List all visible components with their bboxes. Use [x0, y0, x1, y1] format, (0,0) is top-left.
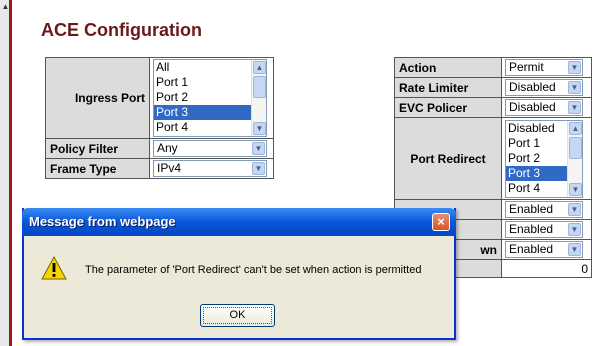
warning-icon — [41, 256, 67, 280]
counter-value: 0 — [501, 259, 592, 278]
list-item[interactable]: Port 4 — [154, 120, 266, 135]
action-cell: Permit ▼ — [501, 57, 592, 78]
policy-filter-label: Policy Filter — [45, 138, 150, 159]
scroll-thumb[interactable] — [569, 136, 582, 159]
frame-type-select[interactable]: IPv4 ▼ — [153, 160, 267, 177]
hidden-row-value: Enabled — [509, 202, 554, 216]
evc-policer-cell: Disabled ▼ — [501, 97, 592, 118]
chevron-down-icon[interactable]: ▼ — [568, 81, 581, 94]
port-redirect-listbox[interactable]: Disabled Port 1 Port 2 Port 3 Port 4 ▲ ▼ — [505, 119, 583, 198]
port-redirect-label: Port Redirect — [394, 117, 502, 200]
list-item-selected[interactable]: Port 3 — [154, 105, 266, 120]
policy-filter-cell: Any ▼ — [149, 138, 274, 159]
hidden-row-select[interactable]: Enabled ▼ — [505, 241, 583, 258]
rate-limiter-label: Rate Limiter — [394, 77, 502, 98]
chevron-down-icon[interactable]: ▼ — [568, 243, 581, 256]
rate-limiter-cell: Disabled ▼ — [501, 77, 592, 98]
evc-policer-label: EVC Policer — [394, 97, 502, 118]
ingress-port-listbox[interactable]: All Port 1 Port 2 Port 3 Port 4 ▲ ▼ — [153, 59, 267, 137]
scrollbar[interactable]: ▲ ▼ — [567, 120, 582, 197]
chevron-down-icon[interactable]: ▼ — [568, 61, 581, 74]
ok-button[interactable]: OK — [200, 304, 275, 327]
scroll-up-icon[interactable]: ▲ — [569, 121, 582, 135]
hidden-row-cell: Enabled ▼ — [501, 239, 592, 260]
port-redirect-cell: Disabled Port 1 Port 2 Port 3 Port 4 ▲ ▼ — [501, 117, 592, 200]
rate-limiter-select[interactable]: Disabled ▼ — [505, 79, 583, 96]
dialog-titlebar[interactable]: Message from webpage × — [22, 208, 456, 236]
ingress-port-label: Ingress Port — [45, 57, 150, 139]
hidden-row-cell: Enabled ▼ — [501, 199, 592, 220]
scroll-up-arrow-icon[interactable]: ▲ — [1, 2, 10, 11]
hidden-row-value: Enabled — [509, 242, 554, 256]
chevron-down-icon[interactable]: ▼ — [568, 223, 581, 236]
action-label: Action — [394, 57, 502, 78]
evc-policer-value: Disabled — [509, 100, 556, 114]
hidden-row-select[interactable]: Enabled ▼ — [505, 201, 583, 218]
policy-filter-value: Any — [157, 141, 178, 155]
frame-type-cell: IPv4 ▼ — [149, 158, 274, 179]
hidden-row-select[interactable]: Enabled ▼ — [505, 221, 583, 238]
list-item[interactable]: All — [154, 60, 266, 75]
action-select[interactable]: Permit ▼ — [505, 59, 583, 76]
scroll-up-icon[interactable]: ▲ — [253, 61, 266, 74]
page: ▲ ACE Configuration Ingress Port All Por… — [0, 0, 593, 346]
evc-policer-select[interactable]: Disabled ▼ — [505, 99, 583, 116]
chevron-down-icon[interactable]: ▼ — [568, 101, 581, 114]
scrollbar[interactable]: ▲ ▼ — [251, 60, 266, 136]
list-item[interactable]: Port 2 — [154, 90, 266, 105]
frame-type-value: IPv4 — [157, 161, 182, 175]
close-button[interactable]: × — [432, 213, 450, 231]
action-value: Permit — [509, 60, 544, 74]
dialog-message: The parameter of 'Port Redirect' can't b… — [85, 264, 422, 276]
ingress-port-cell: All Port 1 Port 2 Port 3 Port 4 ▲ ▼ — [149, 57, 274, 139]
rate-limiter-value: Disabled — [509, 80, 556, 94]
chevron-down-icon[interactable]: ▼ — [252, 162, 265, 175]
message-dialog: Message from webpage × The parameter of … — [22, 208, 456, 340]
scroll-down-icon[interactable]: ▼ — [569, 182, 582, 196]
policy-filter-select[interactable]: Any ▼ — [153, 140, 267, 157]
left-frame-border: ▲ — [0, 0, 12, 346]
dialog-title: Message from webpage — [29, 214, 176, 229]
frame-type-label: Frame Type — [45, 158, 150, 179]
hidden-row-cell: Enabled ▼ — [501, 219, 592, 240]
chevron-down-icon[interactable]: ▼ — [252, 142, 265, 155]
scroll-down-icon[interactable]: ▼ — [253, 122, 266, 135]
chevron-down-icon[interactable]: ▼ — [568, 203, 581, 216]
page-title: ACE Configuration — [41, 20, 202, 40]
list-item[interactable]: Port 1 — [154, 75, 266, 90]
left-config-table: Ingress Port All Port 1 Port 2 Port 3 Po… — [45, 57, 274, 179]
hidden-row-value: Enabled — [509, 222, 554, 236]
scroll-thumb[interactable] — [253, 76, 266, 98]
